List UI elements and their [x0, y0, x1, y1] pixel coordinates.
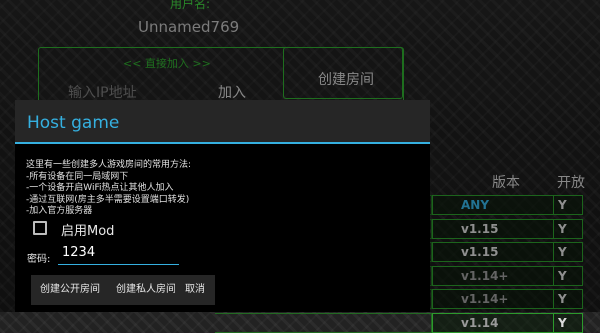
server-open-cell[interactable]: Y — [553, 313, 583, 333]
password-input[interactable]: 1234 — [58, 245, 179, 265]
enable-mod-checkbox[interactable] — [33, 221, 47, 235]
description-line: -加入官方服务器 — [26, 206, 93, 216]
dialog-header: Host game — [15, 100, 430, 144]
create-private-room-button[interactable]: 创建私人房间 — [107, 275, 185, 305]
server-open: Y — [558, 316, 567, 330]
create-public-room-button[interactable]: 创建公开房间 — [31, 275, 109, 305]
server-version-cell[interactable]: v1.14 — [432, 313, 554, 333]
cancel-button[interactable]: 取消 — [175, 275, 215, 305]
host-game-dialog: Host game 这里有一些创建多人游戏房间的常用方法: -所有设备在同一局域… — [15, 100, 430, 312]
server-version: v1.14 — [461, 316, 499, 330]
password-label: 密码: — [27, 254, 51, 265]
description-line: -所有设备在同一局域网下 — [26, 171, 129, 182]
dialog-description: 这里有一些创建多人游戏房间的常用方法: -所有设备在同一局域网下 -一个设备开启… — [26, 160, 191, 218]
description-line: -通过互联网(房主多半需要设置端口转发) — [26, 194, 190, 205]
server-row[interactable] — [215, 313, 432, 333]
description-line: 这里有一些创建多人游戏房间的常用方法: — [26, 160, 192, 170]
enable-mod-label[interactable]: 启用Mod — [61, 220, 114, 239]
description-line: -一个设备开启WiFi热点让其他人加入 — [26, 183, 174, 193]
dialog-title: Host game — [27, 113, 120, 133]
